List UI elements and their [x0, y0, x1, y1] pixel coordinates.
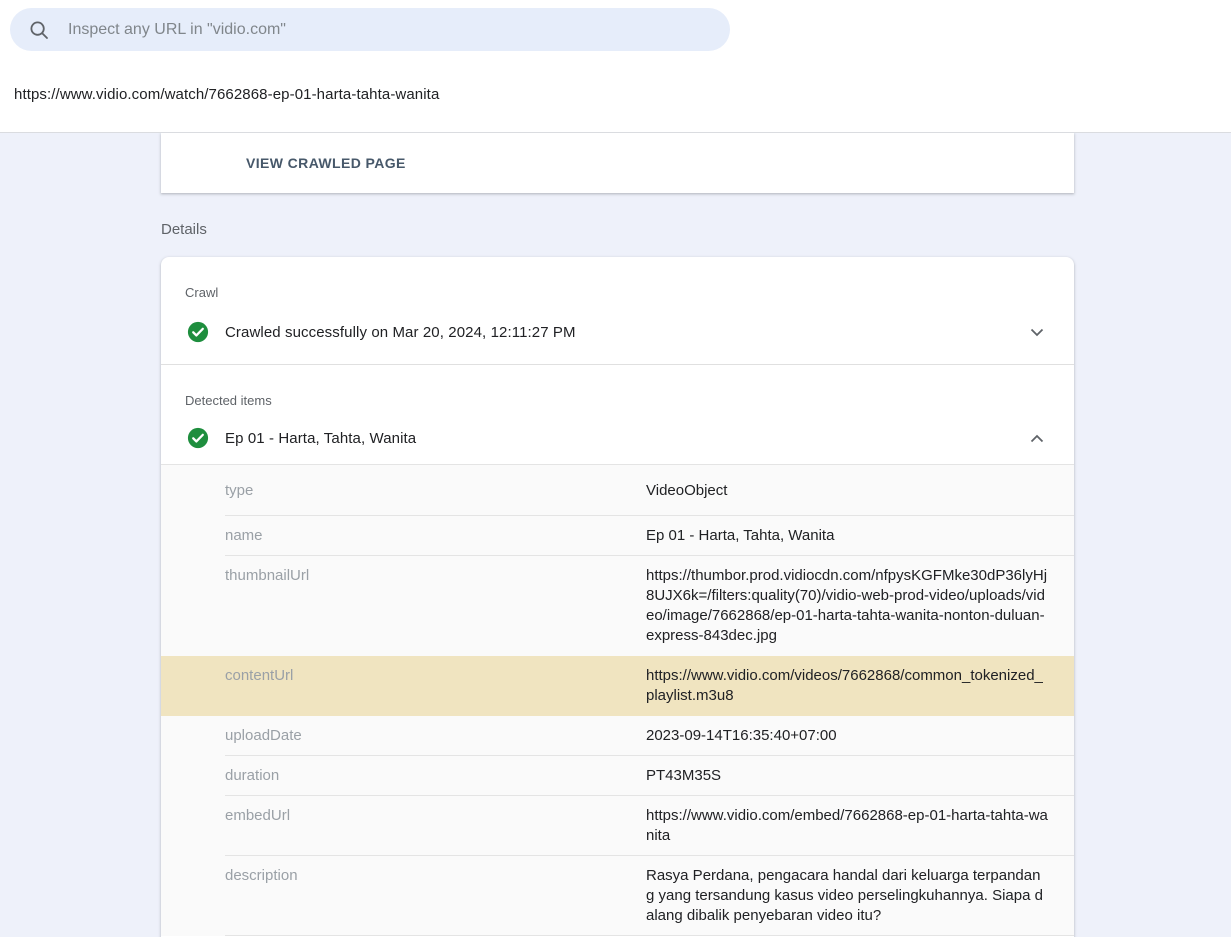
- property-value: https://www.vidio.com/videos/7662868/com…: [646, 656, 1048, 716]
- details-card: Crawl Crawled successfully on Mar 20, 20…: [161, 257, 1074, 937]
- url-inspection-searchbar[interactable]: [10, 8, 730, 51]
- crawl-status-row[interactable]: Crawled successfully on Mar 20, 2024, 12…: [161, 300, 1074, 364]
- table-row: contentUrl https://www.vidio.com/videos/…: [161, 656, 1074, 716]
- table-row: name Ep 01 - Harta, Tahta, Wanita: [161, 516, 1074, 556]
- property-value: 2023-09-14T16:35:40+07:00: [646, 716, 1048, 756]
- detected-items-section: Detected items Ep 01 - Harta, Tahta, Wan…: [161, 365, 1074, 936]
- property-key: thumbnailUrl: [161, 556, 646, 656]
- property-value: https://thumbor.prod.vidiocdn.com/nfpysK…: [646, 556, 1048, 656]
- crawled-page-card: VIEW CRAWLED PAGE: [161, 133, 1074, 193]
- detected-items-label: Detected items: [161, 365, 1074, 408]
- property-value: VideoObject: [646, 465, 1048, 516]
- property-key: description: [161, 856, 646, 936]
- property-key: embedUrl: [161, 796, 646, 856]
- property-value: Rasya Perdana, pengacara handal dari kel…: [646, 856, 1048, 936]
- details-heading: Details: [161, 221, 1231, 238]
- table-row: description Rasya Perdana, pengacara han…: [161, 856, 1074, 936]
- property-value: PT43M35S: [646, 756, 1048, 796]
- table-row: duration PT43M35S: [161, 756, 1074, 796]
- chevron-up-icon[interactable]: [1030, 434, 1044, 443]
- property-value: Ep 01 - Harta, Tahta, Wanita: [646, 516, 1048, 556]
- success-check-icon: [187, 321, 209, 343]
- property-value: https://www.vidio.com/embed/7662868-ep-0…: [646, 796, 1048, 856]
- property-key: type: [161, 465, 646, 516]
- page-body: VIEW CRAWLED PAGE Details Crawl Crawled …: [0, 133, 1231, 937]
- property-key: uploadDate: [161, 716, 646, 756]
- table-row: thumbnailUrl https://thumbor.prod.vidioc…: [161, 556, 1074, 656]
- view-crawled-page-button[interactable]: VIEW CRAWLED PAGE: [246, 155, 406, 171]
- property-key: contentUrl: [161, 656, 646, 716]
- crawl-status-text: Crawled successfully on Mar 20, 2024, 12…: [225, 324, 1030, 341]
- inspected-url: https://www.vidio.com/watch/7662868-ep-0…: [14, 86, 1231, 103]
- inspection-header: https://www.vidio.com/watch/7662868-ep-0…: [0, 8, 1231, 133]
- search-input[interactable]: [68, 21, 714, 39]
- detected-item-title: Ep 01 - Harta, Tahta, Wanita: [225, 430, 1030, 447]
- property-key: name: [161, 516, 646, 556]
- search-icon: [29, 20, 49, 40]
- table-row: embedUrl https://www.vidio.com/embed/766…: [161, 796, 1074, 856]
- detected-items-table: type VideoObject name Ep 01 - Harta, Tah…: [161, 464, 1074, 936]
- chevron-down-icon[interactable]: [1030, 328, 1044, 337]
- crawl-section: Crawl Crawled successfully on Mar 20, 20…: [161, 257, 1074, 364]
- success-check-icon: [187, 427, 209, 449]
- crawl-section-label: Crawl: [161, 257, 1074, 300]
- property-key: duration: [161, 756, 646, 796]
- detected-item-row[interactable]: Ep 01 - Harta, Tahta, Wanita: [161, 408, 1074, 464]
- table-row: type VideoObject: [161, 465, 1074, 516]
- table-row: uploadDate 2023-09-14T16:35:40+07:00: [161, 716, 1074, 756]
